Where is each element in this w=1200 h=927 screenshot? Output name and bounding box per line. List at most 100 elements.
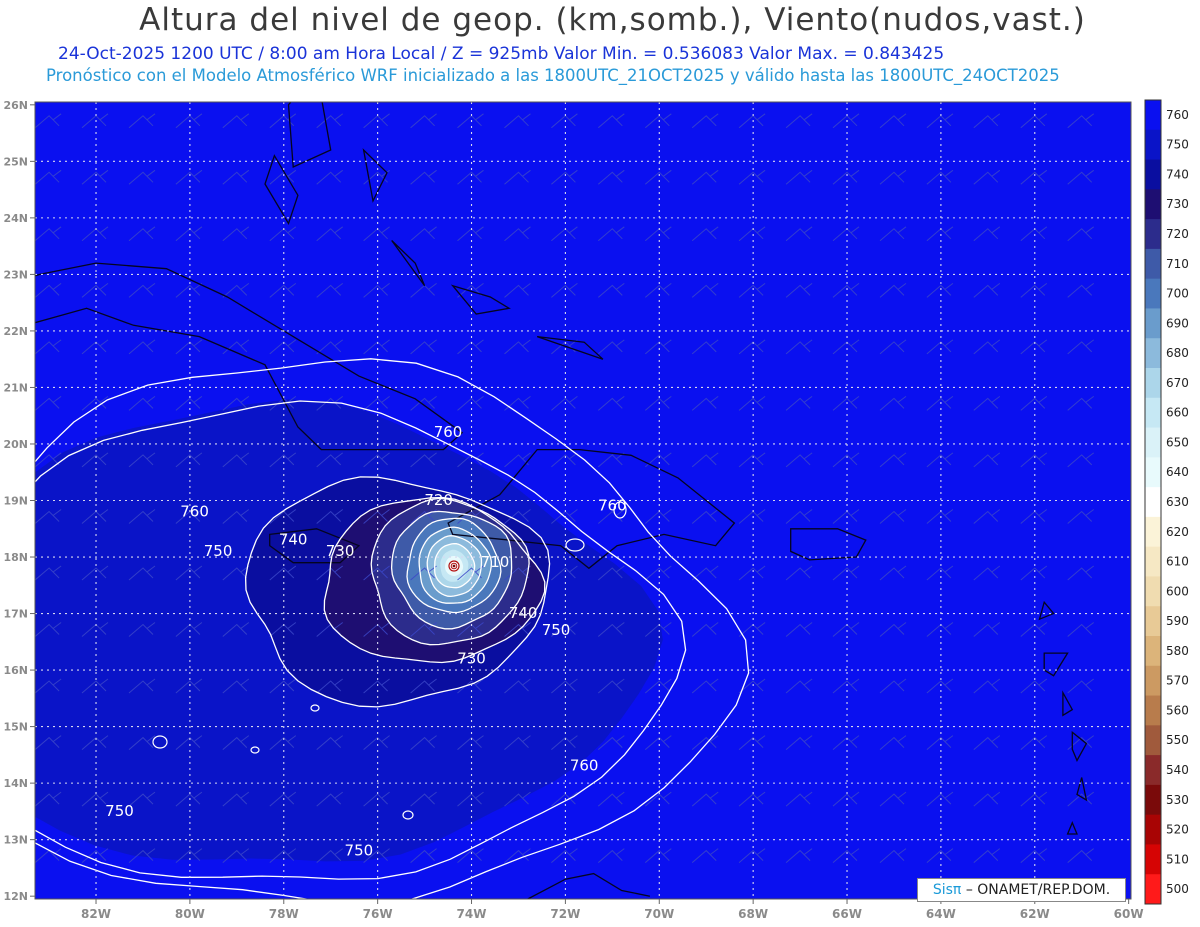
colorbar-label: 590: [1166, 614, 1189, 628]
contour-label: 750: [105, 802, 134, 820]
colorbar-label: 520: [1166, 823, 1189, 837]
colorbar-label: 650: [1166, 435, 1189, 449]
latitude-label: 13N: [3, 834, 28, 847]
colorbar-swatch: [1145, 576, 1161, 607]
colorbar-label: 690: [1166, 316, 1189, 330]
latitude-label: 23N: [3, 268, 28, 281]
contour-label: 750: [542, 621, 571, 639]
latitude-label: 25N: [3, 155, 28, 168]
colorbar-swatch: [1145, 606, 1161, 637]
colorbar-label: 600: [1166, 584, 1189, 598]
colorbar-swatch: [1145, 278, 1161, 309]
colorbar-label: 740: [1166, 167, 1189, 181]
colorbar-label: 630: [1166, 495, 1189, 509]
contour-label: 710: [481, 553, 510, 571]
colorbar-swatch: [1145, 427, 1161, 458]
colorbar-label: 500: [1166, 882, 1189, 896]
credit-text: – ONAMET/REP.DOM.: [965, 882, 1111, 898]
latitude-label: 24N: [3, 212, 28, 225]
colorbar-swatch: [1145, 546, 1161, 577]
colorbar-label: 620: [1166, 525, 1189, 539]
longitude-label: 62W: [1020, 907, 1050, 921]
latitude-label: 14N: [3, 777, 28, 790]
contour-label: 730: [457, 649, 486, 667]
contour-label: 760: [598, 497, 627, 515]
latitude-label: 22N: [3, 325, 28, 338]
contour-label: 740: [509, 604, 538, 622]
contour-label: 750: [345, 841, 374, 859]
colorbar: 760 750 740 730 720 710 700 690 680 670 660 650 640 6…: [1144, 99, 1189, 905]
colorbar-label: 700: [1166, 287, 1189, 301]
longitude-label: 70W: [644, 907, 674, 921]
colorbar-label: 640: [1166, 465, 1189, 479]
colorbar-label: 730: [1166, 197, 1189, 211]
longitude-label: 64W: [926, 907, 956, 921]
longitude-label: 82W: [81, 907, 111, 921]
longitude-label: 78W: [269, 907, 299, 921]
contour-label: 740: [279, 531, 308, 549]
colorbar-label: 570: [1166, 674, 1189, 688]
colorbar-label: 540: [1166, 763, 1189, 777]
latitude-labels: 26N 25N 24N 23N 22N 21N 20N 19N 18N 17N 16N 15N 14N 1…: [3, 99, 28, 903]
colorbar-label: 760: [1166, 108, 1189, 122]
colorbar-swatch: [1145, 516, 1161, 548]
credit-box: Sisπ – ONAMET/REP.DOM.: [917, 878, 1126, 902]
colorbar-label: 720: [1166, 227, 1189, 241]
colorbar-swatch: [1145, 487, 1161, 518]
longitude-label: 76W: [363, 907, 393, 921]
colorbar-swatch: [1145, 189, 1161, 220]
colorbar-swatch: [1145, 665, 1161, 697]
colorbar-swatch: [1145, 397, 1161, 429]
colorbar-swatch: [1145, 695, 1161, 726]
credit-logo: Sisπ: [932, 882, 962, 898]
colorbar-swatch: [1145, 368, 1161, 399]
colorbar-swatch: [1145, 874, 1161, 905]
colorbar-label: 660: [1166, 406, 1189, 420]
latitude-label: 26N: [3, 99, 28, 112]
colorbar-swatch: [1145, 784, 1161, 816]
latitude-label: 20N: [3, 438, 28, 451]
colorbar-swatch: [1145, 814, 1161, 845]
longitude-label: 74W: [457, 907, 487, 921]
colorbar-label: 550: [1166, 733, 1189, 747]
contour-label: 730: [326, 542, 355, 560]
contour-label: 720: [424, 491, 453, 509]
latitude-label: 19N: [3, 495, 28, 508]
weather-map[interactable]: 760760 7607607507507507507407407307307207…: [0, 0, 1200, 927]
longitude-label: 66W: [832, 907, 862, 921]
colorbar-swatch: [1145, 308, 1161, 339]
contour-label: 750: [204, 542, 233, 560]
colorbar-swatch: [1145, 219, 1161, 250]
contour-label: 760: [180, 502, 209, 520]
colorbar-swatch: [1145, 248, 1161, 280]
colorbar-swatch: [1145, 844, 1161, 875]
latitude-label: 21N: [3, 381, 28, 394]
colorbar-label: 750: [1166, 138, 1189, 152]
colorbar-swatch: [1145, 636, 1161, 667]
latitude-label: 15N: [3, 721, 28, 734]
colorbar-label: 670: [1166, 376, 1189, 390]
colorbar-label: 610: [1166, 555, 1189, 569]
colorbar-swatch: [1145, 725, 1161, 756]
map-plot-area: 760760 7607607507507507507407407307307207…: [35, 102, 1131, 899]
colorbar-label: 710: [1166, 257, 1189, 271]
latitude-label: 12N: [3, 890, 28, 903]
latitude-label: 16N: [3, 664, 28, 677]
contour-label: 760: [434, 423, 463, 441]
colorbar-label: 510: [1166, 852, 1189, 866]
colorbar-swatch: [1145, 457, 1161, 488]
longitude-label: 80W: [175, 907, 205, 921]
colorbar-swatch: [1145, 338, 1161, 369]
colorbar-label: 680: [1166, 346, 1189, 360]
colorbar-swatch: [1145, 100, 1161, 131]
longitude-labels: 82W 80W 78W 76W 74W 72W 70W 68W 66W 64W 62W 60W: [81, 907, 1144, 921]
latitude-label: 18N: [3, 551, 28, 564]
latitude-label: 17N: [3, 608, 28, 621]
colorbar-swatch: [1145, 755, 1161, 786]
contour-label: 760: [570, 757, 599, 775]
longitude-label: 72W: [550, 907, 580, 921]
colorbar-label: 560: [1166, 703, 1189, 717]
colorbar-label: 530: [1166, 793, 1189, 807]
colorbar-label: 580: [1166, 644, 1189, 658]
longitude-label: 68W: [738, 907, 768, 921]
